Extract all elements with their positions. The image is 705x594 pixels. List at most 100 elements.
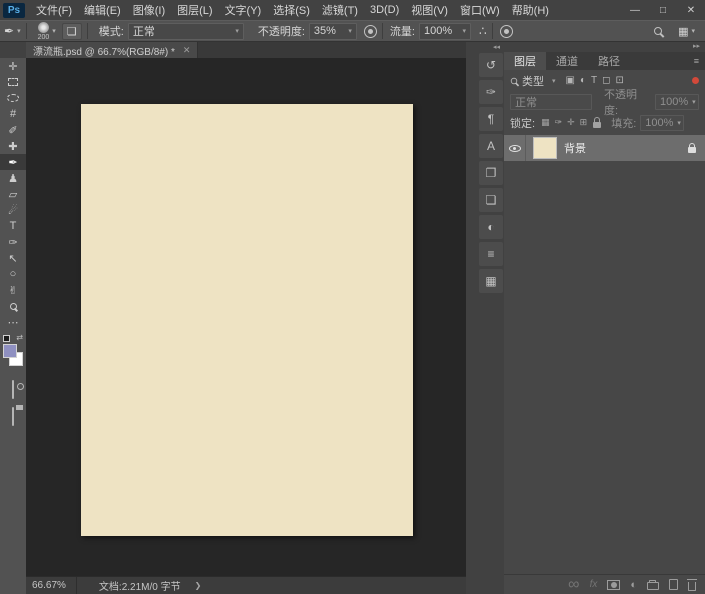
swap-colors-icon[interactable]: ⇄	[16, 333, 23, 342]
pressure-opacity-icon[interactable]	[364, 25, 377, 38]
layer-opacity-select[interactable]: 100% ▾	[655, 94, 699, 110]
default-colors-icon[interactable]	[3, 335, 10, 342]
layer-visibility-toggle[interactable]	[504, 135, 526, 161]
layer-fill-select[interactable]: 100% ▾	[640, 115, 684, 131]
menu-help[interactable]: 帮助(H)	[506, 0, 555, 20]
pressure-size-icon[interactable]	[500, 25, 513, 38]
pasteboard[interactable]	[26, 58, 466, 576]
type-tool[interactable]: T	[0, 218, 26, 234]
menu-edit[interactable]: 编辑(E)	[78, 0, 127, 20]
lock-image-icon[interactable]: ✑	[555, 117, 563, 128]
menu-image[interactable]: 图像(I)	[127, 0, 171, 20]
path-selection-tool[interactable]: ↖	[0, 250, 26, 266]
paragraph-panel-icon[interactable]: ¶	[479, 107, 503, 131]
link-layers-icon[interactable]: ∞	[568, 576, 579, 594]
filter-shape-layers-icon[interactable]: ◻	[602, 75, 610, 86]
menu-window[interactable]: 窗口(W)	[454, 0, 506, 20]
brush-preset-picker[interactable]: 200	[38, 22, 50, 41]
crop-tool[interactable]: #	[0, 106, 26, 122]
filter-kind-select[interactable]: 类型 ▾	[510, 73, 556, 89]
rectangular-marquee-tool[interactable]	[0, 74, 26, 90]
status-menu-arrow-icon[interactable]: ❯	[195, 581, 202, 590]
move-tool[interactable]: ✛	[0, 58, 26, 74]
flow-select[interactable]: 100% ▾	[419, 23, 471, 40]
character-panel-icon[interactable]: A	[479, 134, 503, 158]
menu-type[interactable]: 文字(Y)	[219, 0, 268, 20]
menu-select[interactable]: 选择(S)	[267, 0, 316, 20]
tab-layers[interactable]: 图层	[504, 52, 546, 70]
document-canvas[interactable]	[81, 104, 413, 536]
filter-toggle-icon[interactable]	[692, 77, 699, 84]
eyedropper-tool[interactable]: ✐	[0, 122, 26, 138]
actions-panel-icon[interactable]: ▦	[479, 269, 503, 293]
new-group-icon[interactable]	[647, 582, 659, 590]
minimize-button[interactable]: —	[621, 0, 649, 20]
menu-filter[interactable]: 滤镜(T)	[316, 0, 364, 20]
filter-type-layers-icon[interactable]: T	[591, 75, 597, 86]
opacity-select[interactable]: 35% ▾	[309, 23, 357, 40]
layer-lock-icon	[688, 147, 696, 153]
layers-panel-footer: ∞ fx ◐	[504, 574, 705, 594]
close-button[interactable]: ✕	[677, 0, 705, 20]
blend-mode-select[interactable]: 正常 ▾	[128, 23, 244, 40]
brush-settings-panel-icon[interactable]: ✑	[479, 80, 503, 104]
lock-transparency-icon[interactable]: ▦	[541, 117, 550, 128]
eraser-tool[interactable]: ▱	[0, 186, 26, 202]
clone-source-panel-icon[interactable]: ❏	[479, 188, 503, 212]
menu-3d[interactable]: 3D(D)	[364, 0, 405, 20]
active-tool-button[interactable]: ✒ ▾	[4, 24, 21, 38]
maximize-button[interactable]: □	[649, 0, 677, 20]
collapse-panel-icon[interactable]: ▸▸	[504, 42, 705, 52]
pen-tool[interactable]: ✑	[0, 234, 26, 250]
lock-artboard-icon[interactable]: ⊞	[580, 117, 588, 128]
screen-mode-button[interactable]	[12, 408, 14, 426]
filter-adjustment-layers-icon[interactable]: ◐	[580, 75, 586, 86]
tab-channels[interactable]: 通道	[546, 52, 588, 70]
close-tab-icon[interactable]: ✕	[183, 45, 191, 56]
spot-healing-brush-tool[interactable]: ✚	[0, 138, 26, 154]
lock-all-icon[interactable]	[593, 122, 601, 128]
libraries-panel-icon[interactable]: ❐	[479, 161, 503, 185]
lock-position-icon[interactable]: ✛	[567, 117, 575, 128]
layer-row-background[interactable]: 背景	[504, 135, 705, 161]
layer-blend-mode-select[interactable]: 正常	[510, 94, 592, 110]
zoom-level-field[interactable]: 66.67%	[32, 577, 77, 594]
properties-panel-icon[interactable]: ≡	[479, 242, 503, 266]
ellipse-tool[interactable]: ○	[0, 266, 26, 282]
expand-dock-icon[interactable]: ◂◂	[478, 42, 504, 53]
toggle-brush-panel-button[interactable]: ❏	[62, 23, 82, 40]
toolbar-more[interactable]: ⋯	[0, 314, 26, 330]
zoom-tool[interactable]	[0, 298, 26, 314]
layers-empty-area[interactable]	[504, 161, 705, 574]
filter-pixel-layers-icon[interactable]: ▣	[566, 75, 575, 86]
adjustment-layer-icon[interactable]: ◐	[630, 579, 637, 591]
tab-paths[interactable]: 路径	[588, 52, 630, 70]
hand-tool[interactable]: ✌	[0, 282, 26, 298]
smudge-tool[interactable]: ☄	[0, 202, 26, 218]
search-icon	[511, 77, 517, 83]
foreground-color-swatch[interactable]	[3, 344, 17, 358]
airbrush-icon[interactable]: ∴	[479, 24, 487, 38]
clone-stamp-tool[interactable]: ♟	[0, 170, 26, 186]
document-tab[interactable]: 漂流瓶.psd @ 66.7%(RGB/8#) * ✕	[26, 42, 198, 58]
layer-style-icon[interactable]: fx	[590, 579, 598, 590]
layer-name[interactable]: 背景	[564, 140, 688, 156]
flow-label: 流量:	[390, 23, 415, 39]
quick-mask-button[interactable]	[12, 381, 14, 399]
search-icon[interactable]	[654, 27, 662, 35]
delete-layer-icon[interactable]	[688, 582, 696, 591]
new-layer-icon[interactable]	[669, 579, 678, 590]
layer-thumbnail[interactable]	[533, 137, 557, 159]
panel-menu-icon[interactable]: ≡	[694, 52, 699, 70]
lasso-tool[interactable]	[0, 90, 26, 106]
adjustments-panel-icon[interactable]: ◐	[479, 215, 503, 239]
menu-file[interactable]: 文件(F)	[30, 0, 78, 20]
workspace-switcher-button[interactable]: ▦ ▾	[678, 25, 695, 38]
workspace-icon: ▦	[678, 25, 688, 38]
history-panel-icon[interactable]: ↺	[479, 53, 503, 77]
filter-smart-objects-icon[interactable]: ⊡	[615, 75, 623, 86]
menu-view[interactable]: 视图(V)	[405, 0, 454, 20]
menu-layer[interactable]: 图层(L)	[171, 0, 218, 20]
add-layer-mask-icon[interactable]	[607, 580, 620, 590]
brush-tool[interactable]: ✒	[0, 154, 26, 170]
